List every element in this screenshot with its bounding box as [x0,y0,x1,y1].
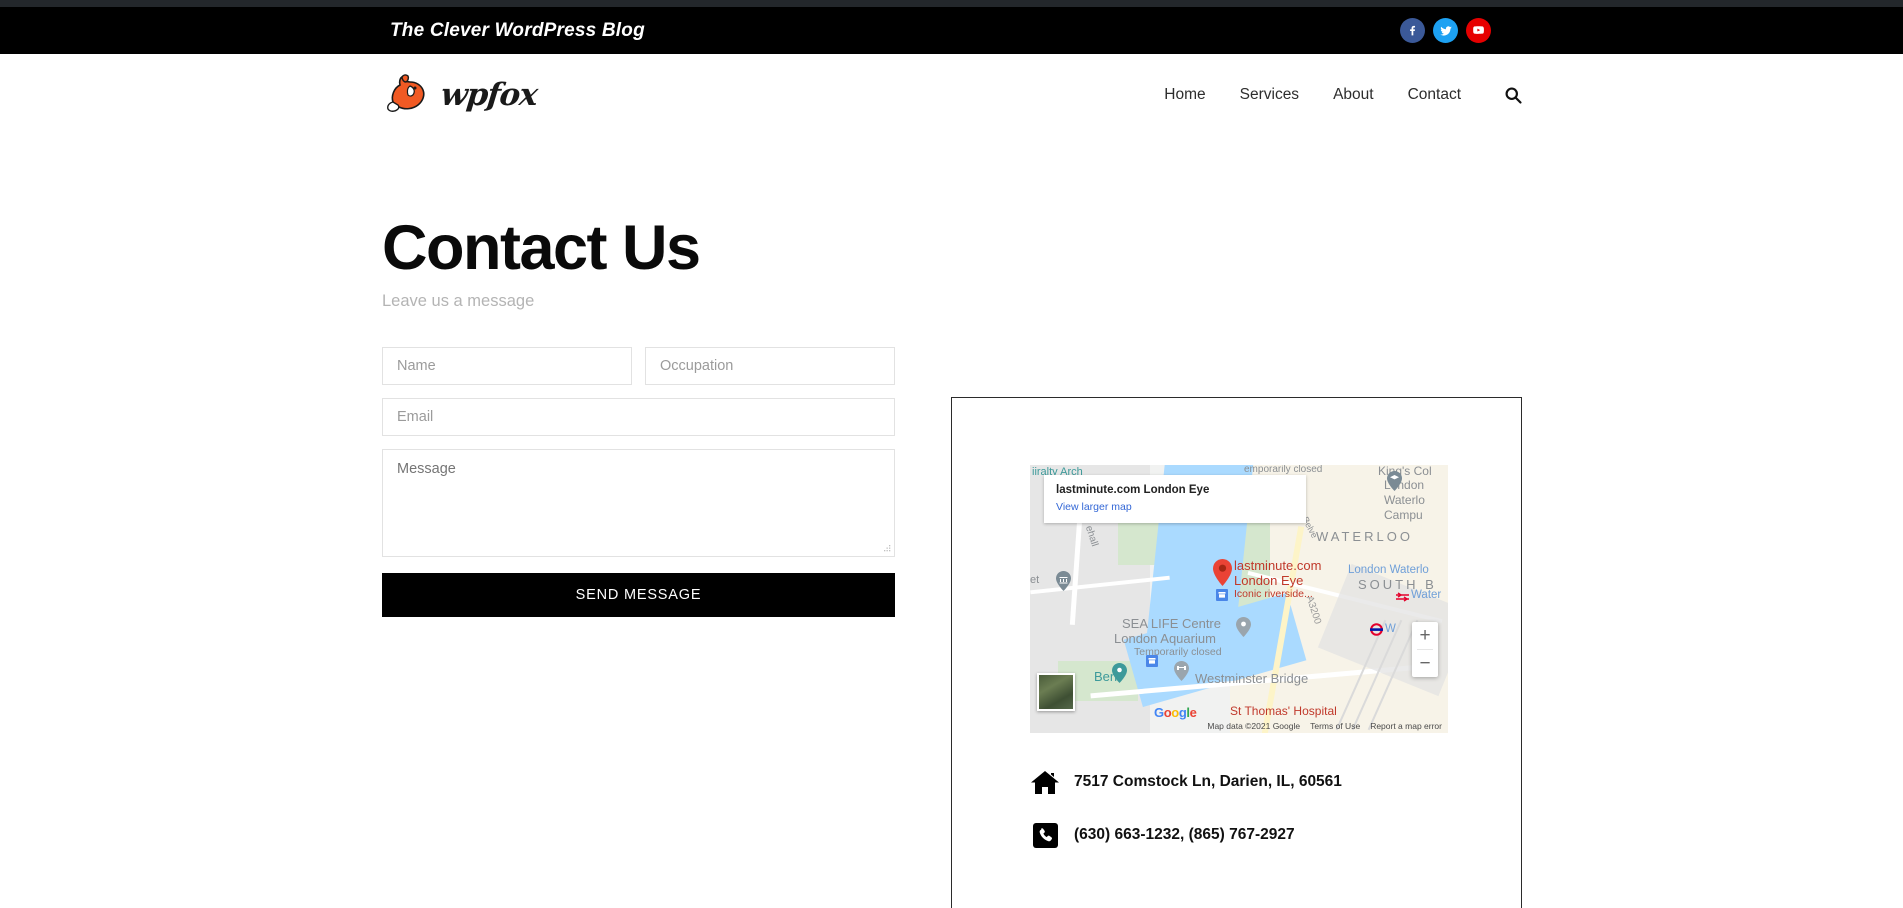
form-row-email [382,398,895,436]
nav-item-contact[interactable]: Contact [1408,86,1461,104]
map-data-text: Map data ©2021 Google [1207,721,1301,731]
map-label-sea-life-2: London Aquarium [1114,631,1216,646]
map-label-street-left: et [1030,574,1040,586]
map-zoom-controls: + − [1412,622,1438,677]
map-marker-pin-icon [1213,559,1232,586]
pier-icon [1146,655,1158,667]
top-accent-strip [0,0,1903,7]
main-content: Contact Us Leave us a message Name Occup… [0,147,1903,908]
bridge-poi-icon [1174,661,1189,681]
location-card: iiralty Arch emporarily closed ehall et … [951,397,1522,908]
map-label-sea-life-1: SEA LIFE Centre [1122,616,1221,631]
report-map-error-link[interactable]: Report a map error [1370,721,1442,731]
address-text: 7517 Comstock Ln, Darien, IL, 60561 [1074,773,1342,790]
contact-form-section: Contact Us Leave us a message Name Occup… [382,217,895,617]
logo-wordmark: wpfox [439,77,539,113]
phone-icon [1030,821,1060,849]
send-message-button[interactable]: SEND MESSAGE [382,573,895,617]
view-larger-map-link[interactable]: View larger map [1056,501,1294,513]
facebook-icon[interactable] [1400,18,1425,43]
map-marker-label-2: London Eye [1234,573,1304,588]
map-label-underground: W [1385,623,1396,635]
nav-item-home[interactable]: Home [1164,86,1205,104]
map-info-window: lastminute.com London Eye View larger ma… [1044,475,1306,523]
phone-text: (630) 663-1232, (865) 767-2927 [1074,826,1295,843]
map-marker-sublabel: Iconic riverside... [1234,588,1313,600]
main-navigation: Home Services About Contact [1164,85,1523,105]
search-icon[interactable] [1503,85,1523,105]
google-logo: Google [1154,705,1197,720]
form-row-name-occupation [382,347,895,385]
social-links [1400,18,1491,43]
nav-item-services[interactable]: Services [1240,86,1299,104]
contact-form: SEND MESSAGE [382,347,895,617]
national-rail-icon [1396,592,1409,602]
attraction-poi-icon [1236,617,1251,637]
museum-poi-icon [1056,571,1071,591]
zoom-out-button[interactable]: − [1412,650,1438,677]
map-label-waterloo-rail: Water [1411,589,1442,601]
email-input[interactable] [382,398,895,436]
map-label-waterloo-campus-1: Waterlo [1384,493,1425,507]
terms-of-use-link[interactable]: Terms of Use [1310,721,1360,731]
map-label-waterloo-campus-2: Campu [1384,508,1423,522]
map-label-waterloo: WATERLOO [1316,529,1413,544]
name-input[interactable] [382,347,632,385]
top-bar: The Clever WordPress Blog [0,7,1903,54]
google-logo-letter: o [1171,705,1179,720]
site-tagline: The Clever WordPress Blog [390,19,645,41]
page-title: Contact Us [382,213,701,283]
home-icon [1030,768,1060,796]
phone-row: (630) 663-1232, (865) 767-2927 [1030,821,1295,849]
site-logo[interactable]: wpfox [385,72,539,118]
street-view-thumbnail[interactable] [1037,673,1075,711]
pier-icon [1216,589,1228,601]
camera-poi-icon [1112,663,1127,683]
university-poi-icon [1387,471,1402,491]
map-marker-label-1: lastminute.com [1234,558,1322,573]
youtube-icon[interactable] [1466,18,1491,43]
map-label-st-thomas: St Thomas' Hospital [1230,704,1337,718]
nav-item-about[interactable]: About [1333,86,1374,104]
occupation-input[interactable] [645,347,895,385]
map-info-title: lastminute.com London Eye [1056,484,1210,496]
map-attribution: Map data ©2021 Google Terms of Use Repor… [1030,719,1448,733]
map-label-london-waterloo: London Waterlo [1348,564,1429,576]
map-label-westminster-bridge: Westminster Bridge [1195,671,1309,686]
site-header: wpfox Home Services About Contact [0,54,1903,147]
fox-logo-icon [387,74,425,112]
page-subtitle: Leave us a message [382,292,535,310]
google-map[interactable]: iiralty Arch emporarily closed ehall et … [1030,465,1448,733]
address-row: 7517 Comstock Ln, Darien, IL, 60561 [1030,768,1342,796]
form-row-message [382,449,895,557]
zoom-in-button[interactable]: + [1412,622,1438,649]
google-logo-letter: G [1154,705,1164,720]
twitter-icon[interactable] [1433,18,1458,43]
message-textarea[interactable] [382,449,895,557]
google-logo-letter: e [1189,705,1197,720]
underground-icon [1370,623,1383,636]
